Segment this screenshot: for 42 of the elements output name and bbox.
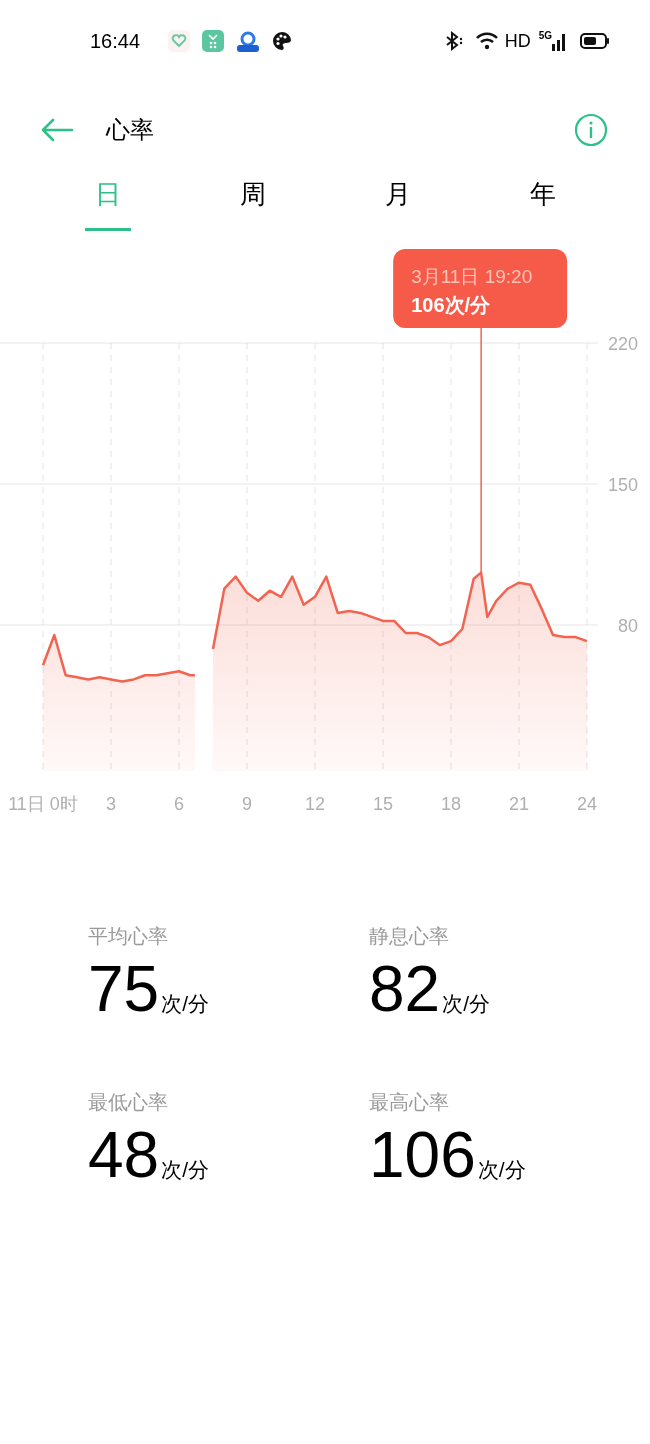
signal-label: 5G [538,31,552,41]
network-label: HD [504,29,531,53]
stat-unit: 次/分 [161,1157,210,1183]
stat-unit: 次/分 [161,991,210,1017]
stat-value: 82 [369,952,441,1027]
palette-icon [272,31,293,51]
y-axis-label: 220 [607,334,638,354]
x-axis-label: 21 [509,794,529,814]
x-axis-label: 15 [373,794,393,814]
x-axis-label: 3 [106,794,116,814]
x-axis-label: 12 [305,794,325,814]
x-axis-label: 6 [174,794,184,814]
stat-label: 最低心率 [88,1090,169,1115]
y-axis-label: 150 [607,475,638,495]
period-tab[interactable]: 年 [519,171,566,231]
x-axis-label: 9 [242,794,252,814]
page-title: 心率 [106,115,154,145]
x-axis-label: 11日 0时 [8,794,78,814]
heart-app-icon [168,30,191,52]
x-axis-label: 18 [441,794,461,814]
stat-label: 最高心率 [369,1090,450,1115]
signal-icon [552,31,568,51]
stat-value: 75 [88,952,160,1027]
wifi-icon [474,30,501,52]
back-arrow-icon[interactable] [40,118,74,142]
stat-unit: 次/分 [477,1157,526,1183]
x-axis-label: 24 [577,794,597,814]
stat-value: 106 [369,1118,476,1193]
period-tab[interactable]: 周 [229,171,276,231]
tooltip-value: 106次/分 [411,294,491,316]
period-tab[interactable]: 月 [374,171,421,231]
y-axis-label: 80 [617,616,638,636]
tooltip-time: 3月11日 19:20 [411,266,533,287]
stat-label: 静息心率 [369,924,450,949]
stat-value: 48 [88,1118,160,1193]
info-icon[interactable] [574,113,608,147]
battery-icon [580,33,610,49]
app-icon [202,30,225,52]
stat-label: 平均心率 [88,924,169,949]
stat-unit: 次/分 [442,991,491,1017]
status-time: 16:44 [90,29,141,54]
app-icon [236,30,261,52]
